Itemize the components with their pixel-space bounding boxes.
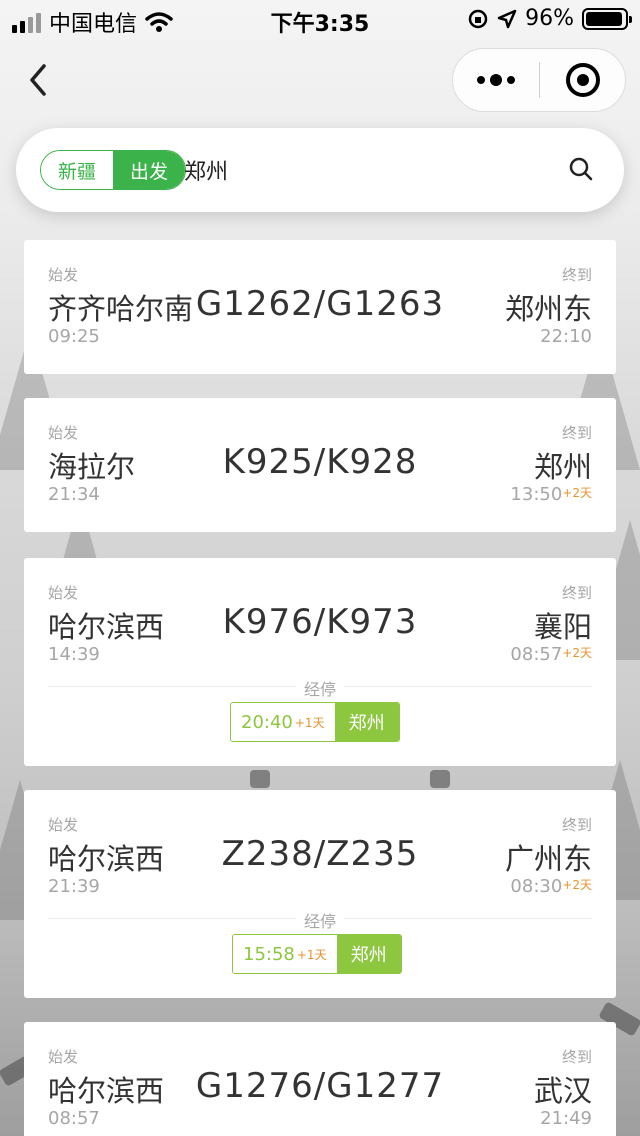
terminal-label: 终到: [561, 1048, 592, 1066]
battery-percent: 96%: [525, 6, 574, 31]
back-button[interactable]: [24, 60, 56, 100]
search-bar[interactable]: 新疆 出发 郑州: [16, 128, 624, 212]
origin-label: 始发: [48, 1048, 79, 1066]
arrive-time: 08:57+2天: [510, 644, 592, 665]
train-card[interactable]: 始发 终到 海拉尔 K925/K928 郑州 21:34 13:50+2天: [24, 398, 616, 532]
depart-option[interactable]: 出发: [113, 151, 185, 189]
train-code: G1276/G1277: [195, 1066, 445, 1106]
stop-time: 15:58 +1天: [233, 935, 337, 973]
terminal-label: 终到: [561, 266, 592, 284]
arrive-time: 08:30+2天: [510, 876, 592, 897]
stop-city: 郑州: [336, 935, 401, 973]
train-code: K925/K928: [222, 442, 418, 482]
target-icon: [565, 63, 600, 97]
stop-badge[interactable]: 15:58 +1天 郑州: [232, 934, 402, 974]
search-city[interactable]: 郑州: [184, 154, 228, 186]
train-card[interactable]: 始发 终到 哈尔滨西 G1276/G1277 武汉 08:57 21:49: [24, 1022, 616, 1136]
via-label: 经停: [24, 908, 616, 932]
train-card[interactable]: 始发 终到 哈尔滨西 Z238/Z235 广州东 21:39 08:30+2天 …: [24, 790, 616, 998]
stop-city: 郑州: [334, 703, 399, 741]
stop-badge[interactable]: 20:40 +1天 郑州: [230, 702, 400, 742]
train-code: K976/K973: [222, 602, 418, 642]
terminal-label: 终到: [561, 816, 592, 834]
depart-time: 08:57: [48, 1108, 100, 1129]
close-button[interactable]: [540, 49, 625, 111]
more-dots-icon: [490, 74, 502, 86]
region-option[interactable]: 新疆: [41, 151, 113, 189]
miniprogram-capsule: [452, 48, 626, 112]
depart-time: 21:34: [48, 484, 100, 505]
terminal-station: 郑州东: [504, 292, 592, 326]
train-card[interactable]: 始发 终到 齐齐哈尔南 G1262/G1263 郑州东 09:25 22:10: [24, 240, 616, 374]
depart-time: 21:39: [48, 876, 100, 897]
terminal-label: 终到: [561, 584, 592, 602]
depart-time: 09:25: [48, 326, 100, 347]
arrive-time: 13:50+2天: [510, 484, 592, 505]
train-card[interactable]: 始发 终到 哈尔滨西 K976/K973 襄阳 14:39 08:57+2天 经…: [24, 558, 616, 766]
arrive-day-offset: +2天: [562, 646, 592, 660]
terminal-station: 郑州: [533, 450, 592, 484]
arrive-day-offset: +2天: [562, 486, 592, 500]
battery-icon: [582, 7, 632, 30]
rotation-lock-icon: [468, 9, 488, 28]
terminal-label: 终到: [561, 424, 592, 442]
depart-time: 14:39: [48, 644, 100, 665]
arrive-day-offset: +2天: [562, 878, 592, 892]
terminal-station: 襄阳: [533, 610, 592, 644]
more-button[interactable]: [453, 49, 539, 111]
stop-time: 20:40 +1天: [231, 703, 335, 741]
back-arrow-icon: [30, 64, 46, 96]
location-icon: [497, 9, 517, 28]
arrive-time: 22:10: [540, 326, 592, 347]
origin-label: 始发: [48, 266, 79, 284]
arrive-time: 21:49: [540, 1108, 592, 1129]
origin-label: 始发: [48, 584, 79, 602]
origin-label: 始发: [48, 816, 79, 834]
origin-label: 始发: [48, 424, 79, 442]
via-label: 经停: [24, 676, 616, 700]
direction-toggle[interactable]: 新疆 出发: [40, 150, 186, 190]
status-bar: 中国电信 下午3:35 96%: [0, 0, 640, 40]
terminal-station: 武汉: [533, 1074, 592, 1108]
search-icon[interactable]: [568, 156, 594, 182]
terminal-station: 广州东: [504, 842, 592, 876]
